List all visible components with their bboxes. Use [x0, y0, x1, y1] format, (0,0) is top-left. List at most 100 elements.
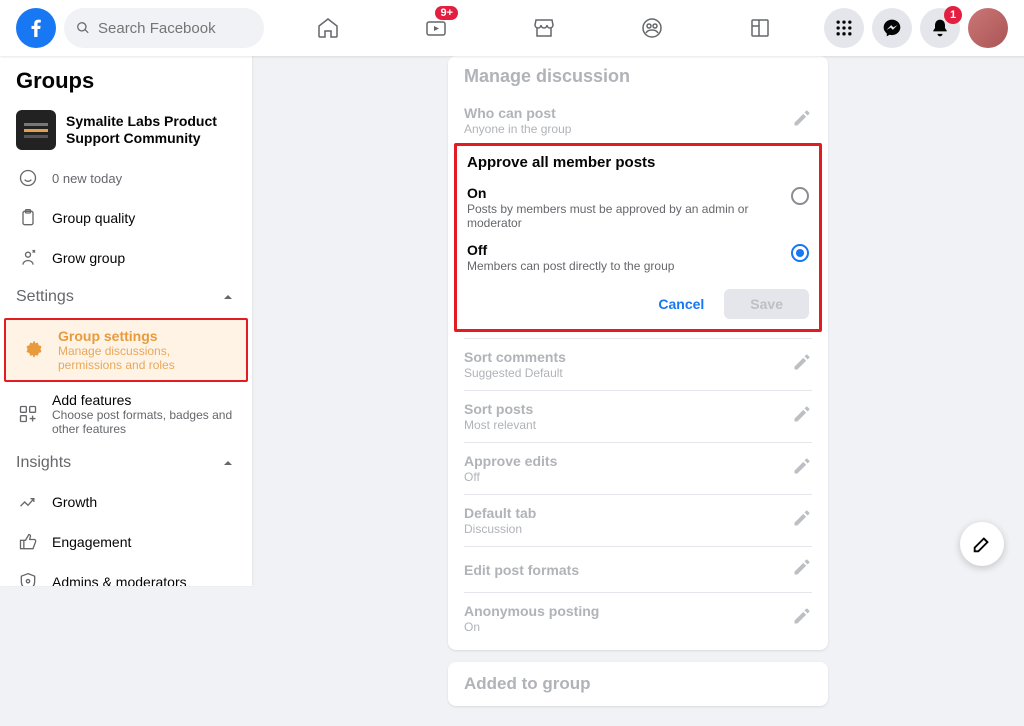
- approve-option-on[interactable]: On Posts by members must be approved by …: [467, 179, 809, 236]
- pencil-icon: [792, 508, 812, 528]
- edit-default-tab[interactable]: [792, 508, 812, 533]
- added-heading: Added to group: [464, 674, 812, 694]
- notifications-button[interactable]: 1: [920, 8, 960, 48]
- approve-title: Approve all member posts: [467, 154, 809, 171]
- group-name: Symalite Labs Product Support Community: [66, 113, 236, 147]
- compose-button[interactable]: [960, 522, 1004, 566]
- grow-group-label: Grow group: [52, 250, 125, 266]
- notification-count: 1: [944, 6, 962, 24]
- compose-icon: [971, 533, 993, 555]
- center-nav: 9+: [264, 4, 824, 52]
- row-sort-posts: Sort posts Most relevant: [464, 390, 812, 442]
- grow-icon: [16, 246, 40, 270]
- group-settings-highlight: Group settings Manage discussions, permi…: [4, 318, 248, 382]
- group-settings-sub: Manage discussions, permissions and role…: [58, 344, 230, 372]
- sidebar-group-quality[interactable]: Group quality: [0, 198, 252, 238]
- approve-off-desc: Members can post directly to the group: [467, 259, 674, 273]
- radio-on[interactable]: [791, 187, 809, 205]
- profile-avatar[interactable]: [968, 8, 1008, 48]
- facebook-logo[interactable]: [16, 8, 56, 48]
- nav-gaming[interactable]: [710, 4, 810, 52]
- sidebar-growth[interactable]: Growth: [0, 482, 252, 522]
- row-approve-edits: Approve edits Off: [464, 442, 812, 494]
- pencil-icon: [792, 456, 812, 476]
- row-anonymous-posting: Anonymous posting On: [464, 592, 812, 644]
- approve-off-label: Off: [467, 242, 674, 258]
- edit-anon-posting[interactable]: [792, 606, 812, 631]
- left-sidebar: Groups Symalite Labs Product Support Com…: [0, 56, 252, 586]
- who-can-post-title: Who can post: [464, 105, 571, 121]
- added-to-group-card: Added to group: [448, 662, 828, 706]
- section-insights[interactable]: Insights: [0, 444, 252, 482]
- cancel-button[interactable]: Cancel: [648, 290, 714, 318]
- chevron-up-icon: [220, 289, 236, 305]
- search-icon: [76, 20, 90, 36]
- top-navbar: 9+ 1: [0, 0, 1024, 56]
- clipboard-icon: [16, 206, 40, 230]
- new-today-label: 0 new today: [52, 171, 122, 186]
- messenger-button[interactable]: [872, 8, 912, 48]
- edit-who-can-post[interactable]: [792, 108, 812, 133]
- approve-edits-sub: Off: [464, 470, 557, 484]
- row-edit-formats: Edit post formats: [464, 546, 812, 592]
- thumbs-up-icon: [16, 530, 40, 554]
- grid-plus-icon: [16, 402, 40, 426]
- shield-icon: [16, 570, 40, 586]
- watch-badge: 9+: [435, 6, 458, 20]
- sidebar-grow-group[interactable]: Grow group: [0, 238, 252, 278]
- default-tab-sub: Discussion: [464, 522, 536, 536]
- sidebar-group-settings[interactable]: Group settings Manage discussions, permi…: [6, 320, 246, 380]
- anon-sub: On: [464, 620, 599, 634]
- anon-title: Anonymous posting: [464, 603, 599, 619]
- edit-post-formats[interactable]: [792, 557, 812, 582]
- nav-watch[interactable]: 9+: [386, 4, 486, 52]
- gear-icon: [22, 338, 46, 362]
- approve-option-off[interactable]: Off Members can post directly to the gro…: [467, 236, 809, 279]
- approve-on-label: On: [467, 185, 791, 201]
- group-thumbnail: [16, 110, 56, 150]
- sidebar-engagement[interactable]: Engagement: [0, 522, 252, 562]
- main-content: Manage discussion Who can post Anyone in…: [252, 56, 1024, 726]
- sidebar-add-features[interactable]: Add features Choose post formats, badges…: [0, 384, 252, 444]
- pencil-icon: [792, 108, 812, 128]
- group-settings-title: Group settings: [58, 328, 230, 344]
- edit-sort-posts[interactable]: [792, 404, 812, 429]
- radio-off[interactable]: [791, 244, 809, 262]
- edit-sort-comments[interactable]: [792, 352, 812, 377]
- pencil-icon: [792, 606, 812, 626]
- group-header[interactable]: Symalite Labs Product Support Community: [0, 102, 252, 158]
- sort-comments-sub: Suggested Default: [464, 366, 566, 380]
- sort-posts-title: Sort posts: [464, 401, 536, 417]
- who-can-post-sub: Anyone in the group: [464, 122, 571, 136]
- nav-marketplace[interactable]: [494, 4, 594, 52]
- sort-posts-sub: Most relevant: [464, 418, 536, 432]
- group-quality-label: Group quality: [52, 210, 135, 226]
- admins-label: Admins & moderators: [52, 574, 187, 586]
- save-button[interactable]: Save: [724, 289, 809, 319]
- search-container: [64, 8, 264, 48]
- section-settings[interactable]: Settings: [0, 278, 252, 316]
- row-default-tab: Default tab Discussion: [464, 494, 812, 546]
- insights-section-label: Insights: [16, 454, 71, 472]
- sidebar-admins[interactable]: Admins & moderators: [0, 562, 252, 586]
- menu-button[interactable]: [824, 8, 864, 48]
- engagement-label: Engagement: [52, 534, 131, 550]
- nav-home[interactable]: [278, 4, 378, 52]
- approve-all-posts-block: Approve all member posts On Posts by mem…: [454, 143, 822, 332]
- nav-groups[interactable]: [602, 4, 702, 52]
- add-features-sub: Choose post formats, badges and other fe…: [52, 408, 236, 436]
- trend-icon: [16, 490, 40, 514]
- default-tab-title: Default tab: [464, 505, 536, 521]
- row-who-can-post: Who can post Anyone in the group: [464, 95, 812, 146]
- settings-section-label: Settings: [16, 288, 74, 306]
- approve-edits-title: Approve edits: [464, 453, 557, 469]
- search-input[interactable]: [98, 20, 252, 37]
- add-features-title: Add features: [52, 392, 236, 408]
- right-nav: 1: [824, 8, 1008, 48]
- pencil-icon: [792, 352, 812, 372]
- edit-approve-edits[interactable]: [792, 456, 812, 481]
- sidebar-new-today[interactable]: 0 new today: [0, 158, 252, 198]
- row-sort-comments: Sort comments Suggested Default: [464, 338, 812, 390]
- growth-label: Growth: [52, 494, 97, 510]
- sidebar-heading: Groups: [0, 56, 252, 102]
